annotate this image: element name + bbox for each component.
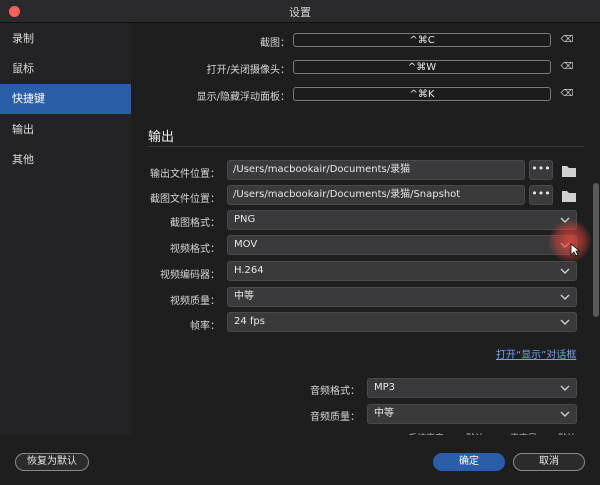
folder-icon[interactable] [560, 160, 578, 180]
audio-format-label: 音频格式： [310, 386, 360, 397]
chevron-down-icon [560, 268, 570, 274]
sidebar-item-other[interactable]: 其他 [0, 145, 131, 175]
chevron-down-icon [560, 385, 570, 391]
footer-bar [0, 435, 600, 485]
audio-format-value: MP3 [374, 382, 396, 393]
output-folder-label: 输出文件位置： [150, 169, 220, 180]
video-quality-select[interactable]: 中等 [227, 287, 577, 307]
output-folder-field[interactable]: /Users/macbookair/Documents/录猫 [227, 160, 525, 180]
open-display-dialog-link[interactable]: 打开“显示”对话框 [496, 346, 576, 361]
sidebar-item-mouse[interactable]: 鼠标 [0, 54, 131, 84]
shortcut-field-panel[interactable]: ^⌘K [293, 87, 551, 101]
sidebar: 录制 鼠标 快捷键 输出 其他 [0, 23, 131, 435]
frame-rate-value: 24 fps [234, 316, 265, 327]
video-encoder-value: H.264 [234, 265, 264, 276]
screenshot-format-select[interactable]: PNG [227, 210, 577, 230]
chevron-down-icon [560, 319, 570, 325]
audio-quality-value: 中等 [374, 408, 394, 419]
shortcut-field-screenshot[interactable]: ^⌘C [293, 33, 551, 47]
video-format-value: MOV [234, 239, 258, 250]
clear-shortcut-icon[interactable]: ⌫ [560, 33, 574, 47]
folder-icon[interactable] [560, 185, 578, 205]
frame-rate-select[interactable]: 24 fps [227, 312, 577, 332]
video-encoder-select[interactable]: H.264 [227, 261, 577, 281]
audio-quality-label: 音频质量： [310, 412, 360, 423]
mouse-cursor-icon [570, 243, 580, 257]
cancel-button[interactable]: 取消 [513, 453, 585, 471]
shortcut-label-panel: 显示/隐藏浮动面板： [196, 92, 290, 103]
video-format-select[interactable]: MOV [227, 235, 577, 255]
audio-format-select[interactable]: MP3 [367, 378, 577, 398]
screenshot-format-label: 截图格式： [170, 218, 220, 229]
video-quality-label: 视频质量： [170, 296, 220, 307]
reset-defaults-button[interactable]: 恢复为默认 [15, 453, 89, 471]
title-bar: 设置 [0, 0, 600, 23]
chevron-down-icon [560, 411, 570, 417]
video-format-label: 视频格式： [170, 244, 220, 255]
clear-shortcut-icon[interactable]: ⌫ [560, 60, 574, 74]
chevron-down-icon [560, 294, 570, 300]
ok-button[interactable]: 确定 [433, 453, 505, 471]
frame-rate-label: 帧率： [190, 321, 220, 332]
audio-quality-select[interactable]: 中等 [367, 404, 577, 424]
snapshot-folder-field[interactable]: /Users/macbookair/Documents/录猫/Snapshot [227, 185, 525, 205]
section-title-output: 输出 [148, 130, 175, 145]
shortcut-label-screenshot: 截图： [260, 38, 290, 49]
shortcut-label-camera: 打开/关闭摄像头： [206, 65, 290, 76]
sidebar-item-shortcuts[interactable]: 快捷键 [0, 84, 131, 114]
section-divider [148, 146, 584, 147]
sidebar-item-output[interactable]: 输出 [0, 115, 131, 145]
clear-shortcut-icon[interactable]: ⌫ [560, 87, 574, 101]
video-encoder-label: 视频编码器： [160, 270, 220, 281]
shortcut-field-camera[interactable]: ^⌘W [293, 60, 551, 74]
snapshot-folder-label: 截图文件位置： [150, 194, 220, 205]
browse-output-button[interactable]: ••• [529, 160, 553, 180]
screenshot-format-value: PNG [234, 214, 256, 225]
window-title: 设置 [289, 6, 311, 19]
browse-snapshot-button[interactable]: ••• [529, 185, 553, 205]
sidebar-item-record[interactable]: 录制 [0, 24, 131, 54]
scrollbar-thumb[interactable] [593, 183, 599, 317]
video-quality-value: 中等 [234, 291, 254, 302]
